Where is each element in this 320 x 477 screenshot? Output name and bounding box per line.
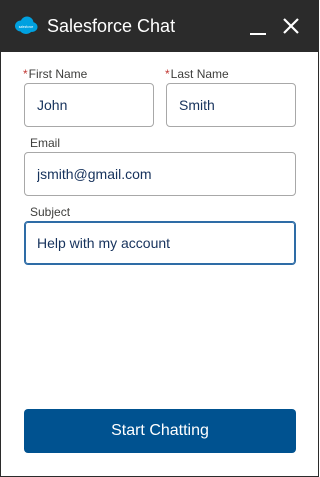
email-field[interactable] — [24, 152, 296, 196]
email-label: Email — [30, 136, 61, 150]
required-mark: * — [165, 67, 170, 81]
first-name-field[interactable] — [24, 83, 154, 127]
last-name-field[interactable] — [166, 83, 296, 127]
required-mark: * — [23, 67, 28, 81]
close-button[interactable] — [278, 13, 304, 39]
subject-field[interactable] — [24, 221, 296, 265]
start-chatting-button[interactable]: Start Chatting — [24, 409, 296, 453]
chat-window: salesforce Salesforce Chat *First Name *… — [0, 0, 319, 477]
logo-text: salesforce — [19, 25, 34, 29]
first-name-label: *First Name — [23, 67, 88, 81]
close-icon — [283, 18, 299, 34]
salesforce-logo-icon: salesforce — [15, 16, 38, 34]
subject-label: Subject — [30, 205, 71, 219]
minimize-button[interactable] — [245, 13, 271, 39]
window-header: salesforce Salesforce Chat — [1, 1, 318, 52]
window-title: Salesforce Chat — [47, 16, 176, 36]
last-name-label: *Last Name — [165, 67, 229, 81]
